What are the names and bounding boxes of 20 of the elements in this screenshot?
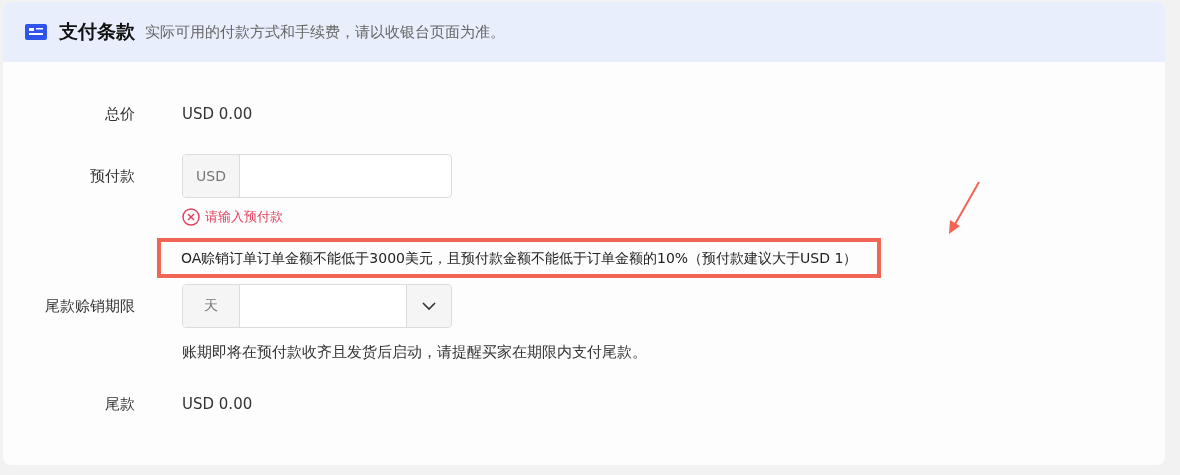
card-icon — [25, 24, 47, 40]
field-label: 尾款赊销期限 — [44, 296, 135, 317]
unit-addon: 天 — [183, 285, 240, 327]
field-label: 尾款 — [104, 394, 135, 415]
field-value: USD 0.00 — [182, 104, 253, 125]
currency-addon: USD — [183, 155, 240, 197]
dropdown-button[interactable] — [406, 285, 451, 327]
field-label: 总价 — [104, 104, 135, 125]
section-subtitle: 实际可用的付款方式和手续费，请以收银台页面为准。 — [145, 22, 505, 42]
hint-text: 账期即将在预付款收齐且发货后启动，请提醒买家在期限内支付尾款。 — [182, 343, 647, 362]
error-icon — [182, 208, 200, 226]
error-message: 请输入预付款 — [205, 208, 283, 226]
arrow-annotation — [946, 180, 982, 236]
chevron-down-icon — [421, 301, 437, 311]
days-select[interactable]: 天 — [182, 284, 452, 328]
field-value: USD 0.00 — [182, 394, 253, 415]
amount-input[interactable]: USD — [182, 154, 452, 198]
section-title: 支付条款 — [59, 19, 135, 44]
field-label: 预付款 — [89, 166, 135, 187]
notice-text: OA赊销订单订单金额不能低于3000美元，且预付款金额不能低于订单金额的10%（预付款建议大于USD 1） — [157, 238, 882, 278]
